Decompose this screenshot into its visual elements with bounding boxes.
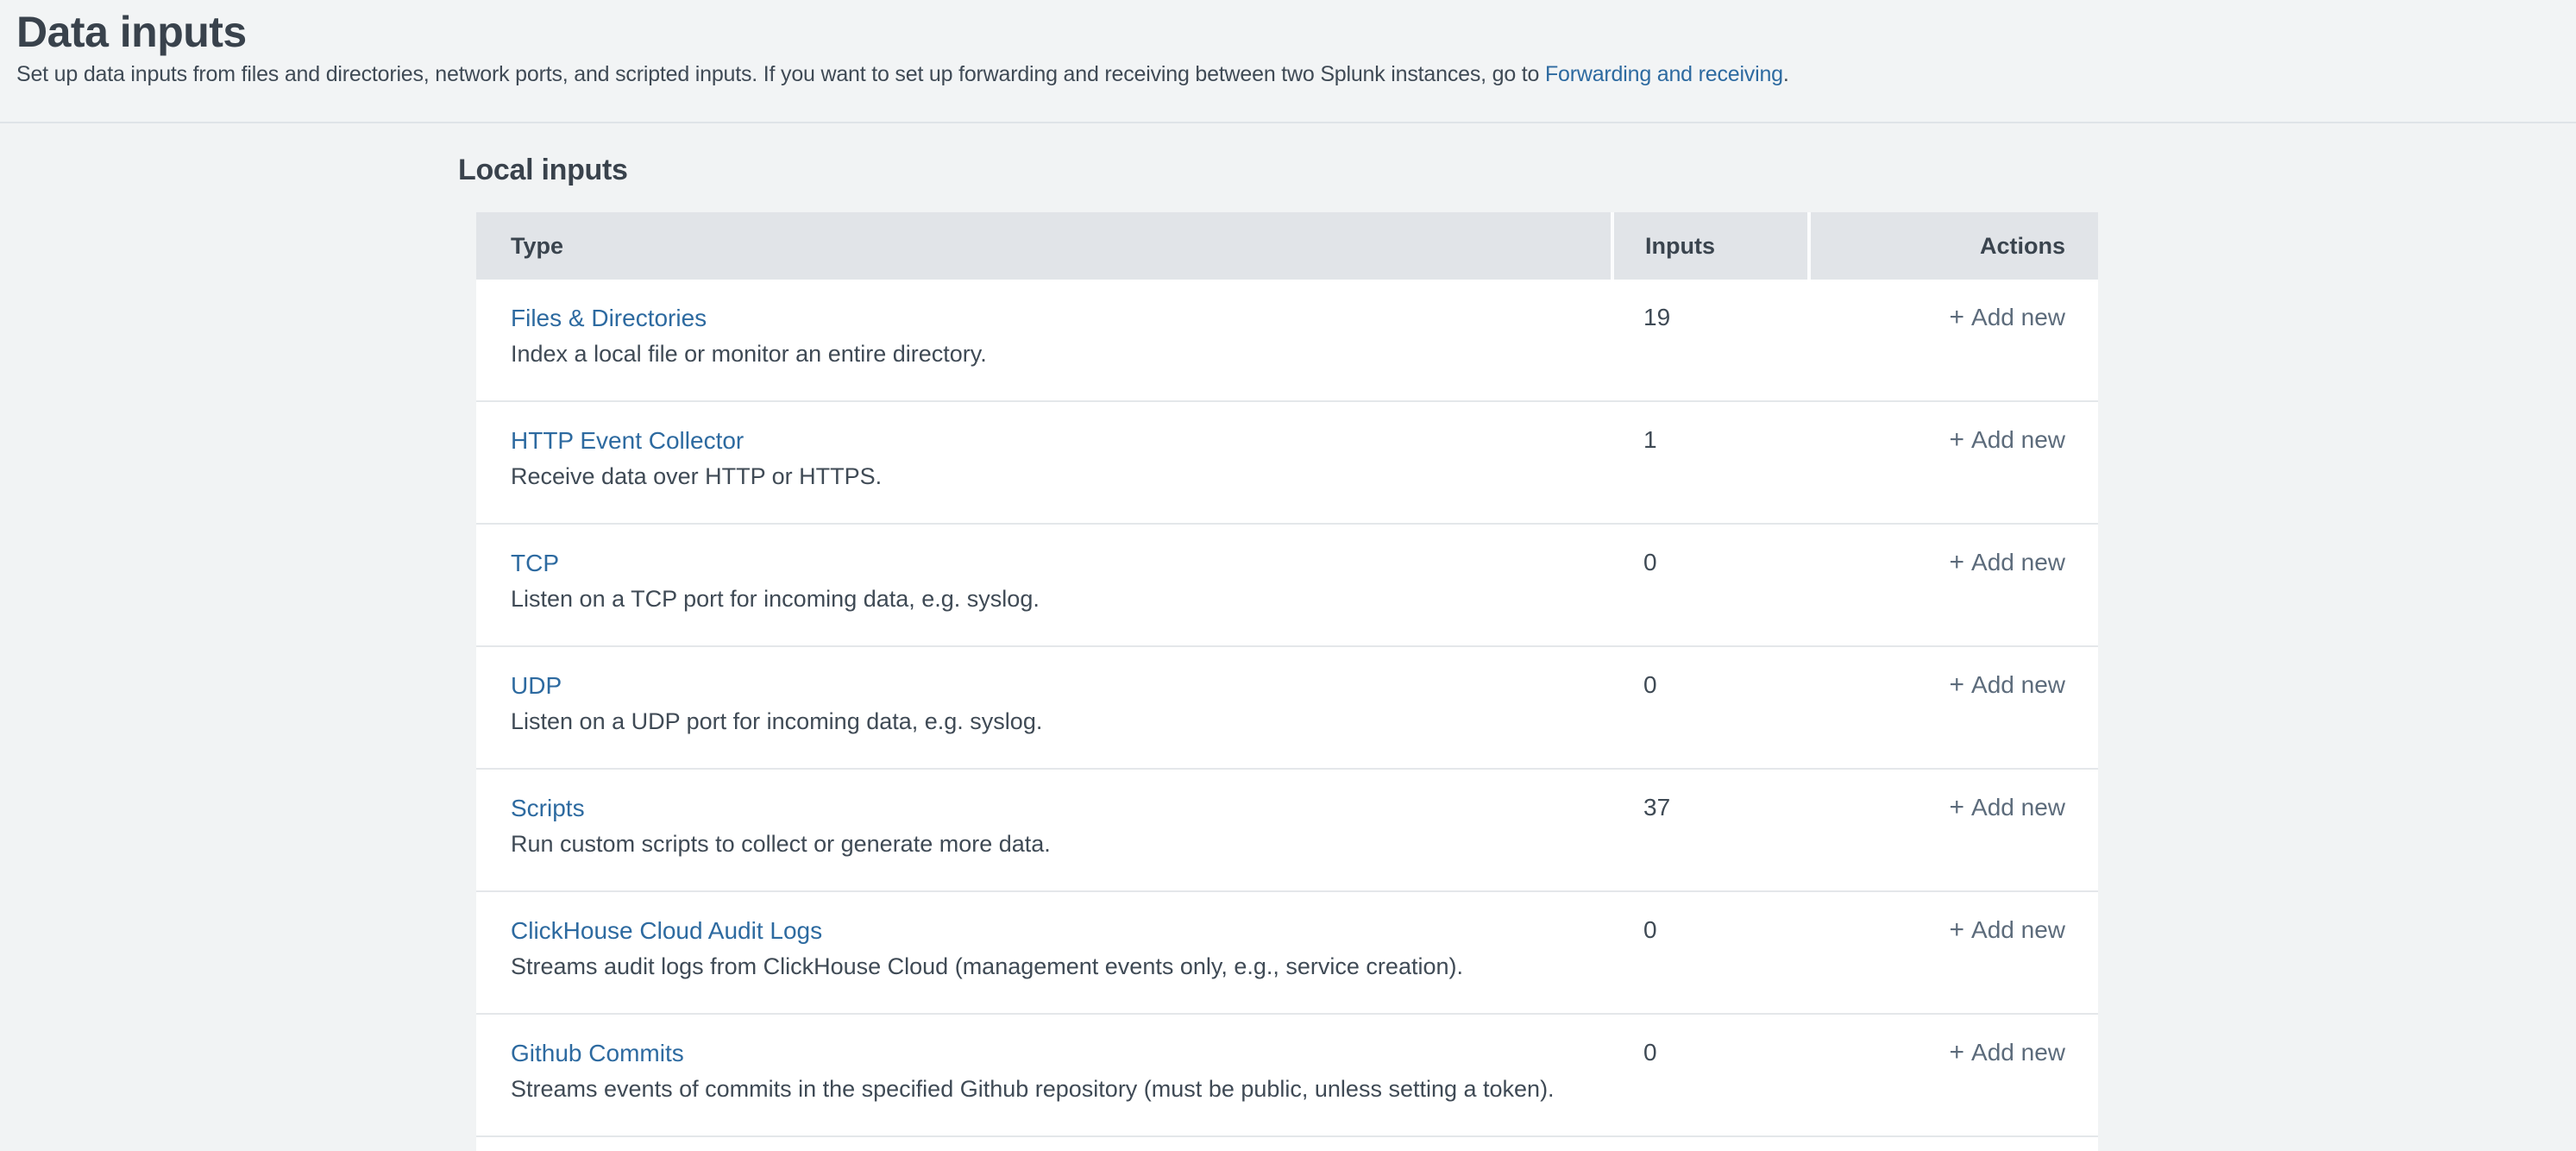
column-header-actions: Actions — [1807, 212, 2098, 280]
type-link-files-directories[interactable]: Files & Directories — [511, 304, 707, 333]
type-cell: HTTP Event Collector Receive data over H… — [476, 402, 1611, 523]
type-link-udp[interactable]: UDP — [511, 671, 562, 701]
add-new-label: Add new — [1971, 794, 2065, 821]
add-new-button[interactable]: +Add new — [1950, 304, 2066, 330]
actions-cell: +Add new — [1807, 1015, 2098, 1135]
table-header-row: Type Inputs Actions — [476, 212, 2098, 280]
inputs-count: 0 — [1611, 647, 1807, 768]
plus-icon: + — [1950, 548, 1965, 576]
main-content: Local inputs Type Inputs Actions Files &… — [0, 154, 2576, 1151]
add-new-button[interactable]: +Add new — [1950, 426, 2066, 453]
add-new-label: Add new — [1971, 1039, 2065, 1066]
forwarding-and-receiving-link[interactable]: Forwarding and receiving — [1545, 62, 1783, 86]
table-row-clickhouse-cloud-audit-logs: ClickHouse Cloud Audit Logs Streams audi… — [476, 892, 2098, 1015]
actions-cell: +Add new — [1807, 525, 2098, 645]
actions-cell: +Add new — [1807, 892, 2098, 1013]
add-new-button[interactable]: +Add new — [1950, 549, 2066, 576]
type-cell: Files & Directories Index a local file o… — [476, 280, 1611, 400]
type-description: Listen on a TCP port for incoming data, … — [511, 584, 1593, 613]
page-title: Data inputs — [16, 7, 2576, 57]
actions-cell: +Add new — [1807, 280, 2098, 400]
type-link-tcp[interactable]: TCP — [511, 549, 559, 578]
subtitle-period: . — [1783, 62, 1789, 86]
plus-icon: + — [1950, 793, 1965, 821]
inputs-count: 0 — [1611, 892, 1807, 1013]
type-description: Run custom scripts to collect or generat… — [511, 829, 1593, 859]
inputs-count: 1 — [1611, 402, 1807, 523]
type-description: Streams audit logs from ClickHouse Cloud… — [511, 952, 1593, 981]
add-new-label: Add new — [1971, 916, 2065, 943]
type-link-scripts[interactable]: Scripts — [511, 794, 585, 823]
add-new-button[interactable]: +Add new — [1950, 916, 2066, 943]
inputs-count: 0 — [1611, 1015, 1807, 1135]
add-new-label: Add new — [1971, 304, 2065, 330]
local-inputs-table: Type Inputs Actions Files & Directories … — [476, 212, 2098, 1151]
plus-icon: + — [1950, 915, 1965, 944]
inputs-count: 37 — [1611, 770, 1807, 890]
table-row-http-event-collector: HTTP Event Collector Receive data over H… — [476, 402, 2098, 525]
plus-icon: + — [1950, 1038, 1965, 1066]
subtitle-text: Set up data inputs from files and direct… — [16, 62, 1545, 86]
table-row-partial — [476, 1137, 2098, 1151]
page-header: Data inputs Set up data inputs from file… — [0, 0, 2576, 123]
type-description: Index a local file or monitor an entire … — [511, 339, 1593, 368]
actions-cell: +Add new — [1807, 402, 2098, 523]
table-row-tcp: TCP Listen on a TCP port for incoming da… — [476, 525, 2098, 647]
actions-cell: +Add new — [1807, 770, 2098, 890]
plus-icon: + — [1950, 425, 1965, 454]
type-cell: UDP Listen on a UDP port for incoming da… — [476, 647, 1611, 768]
type-description: Streams events of commits in the specifi… — [511, 1074, 1593, 1104]
type-cell: Scripts Run custom scripts to collect or… — [476, 770, 1611, 890]
add-new-label: Add new — [1971, 671, 2065, 698]
type-link-clickhouse-cloud-audit-logs[interactable]: ClickHouse Cloud Audit Logs — [511, 916, 822, 946]
add-new-label: Add new — [1971, 549, 2065, 576]
type-cell: TCP Listen on a TCP port for incoming da… — [476, 525, 1611, 645]
inputs-count: 0 — [1611, 525, 1807, 645]
type-cell: ClickHouse Cloud Audit Logs Streams audi… — [476, 892, 1611, 1013]
type-description: Listen on a UDP port for incoming data, … — [511, 707, 1593, 736]
table-row-scripts: Scripts Run custom scripts to collect or… — [476, 770, 2098, 892]
add-new-button[interactable]: +Add new — [1950, 671, 2066, 698]
plus-icon: + — [1950, 303, 1965, 331]
add-new-label: Add new — [1971, 426, 2065, 453]
type-cell: Github Commits Streams events of commits… — [476, 1015, 1611, 1135]
column-header-inputs: Inputs — [1611, 212, 1807, 280]
table-row-files-directories: Files & Directories Index a local file o… — [476, 280, 2098, 402]
type-description: Receive data over HTTP or HTTPS. — [511, 462, 1593, 491]
table-row-github-commits: Github Commits Streams events of commits… — [476, 1015, 2098, 1137]
actions-cell: +Add new — [1807, 647, 2098, 768]
plus-icon: + — [1950, 670, 1965, 699]
inputs-count: 19 — [1611, 280, 1807, 400]
column-header-type: Type — [476, 212, 1611, 280]
type-link-http-event-collector[interactable]: HTTP Event Collector — [511, 426, 744, 456]
page-subtitle: Set up data inputs from files and direct… — [16, 60, 2576, 88]
add-new-button[interactable]: +Add new — [1950, 1039, 2066, 1066]
local-inputs-heading: Local inputs — [458, 154, 2576, 186]
table-row-udp: UDP Listen on a UDP port for incoming da… — [476, 647, 2098, 770]
type-link-github-commits[interactable]: Github Commits — [511, 1039, 684, 1068]
add-new-button[interactable]: +Add new — [1950, 794, 2066, 821]
